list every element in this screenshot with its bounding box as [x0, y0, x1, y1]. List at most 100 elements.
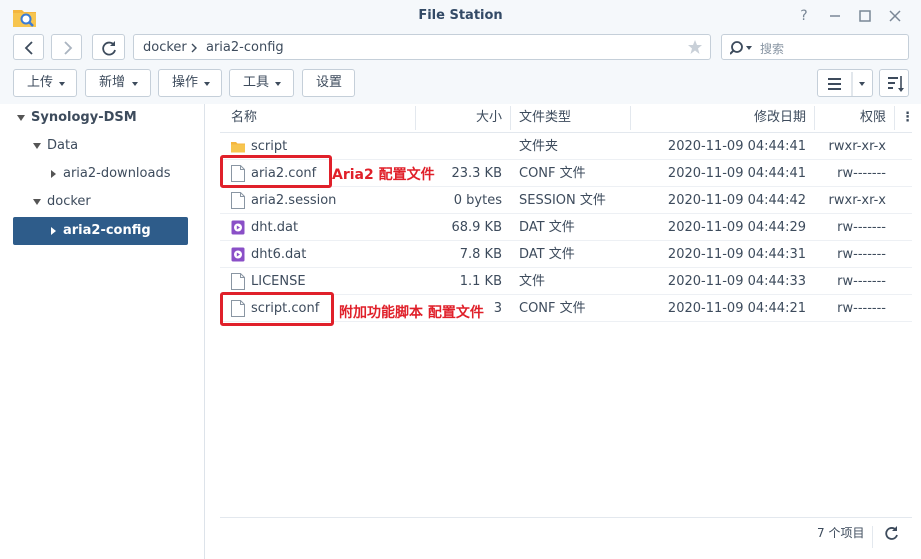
tree-item-aria2-downloads[interactable]: aria2-downloads	[49, 161, 199, 187]
file-permission: rwxr-xr-x	[828, 139, 886, 154]
back-button[interactable]	[13, 34, 44, 60]
search-placeholder: 搜索	[760, 42, 785, 56]
tree-item-docker[interactable]: docker	[33, 189, 193, 215]
file-size: 1.1 KB	[459, 274, 502, 289]
file-type: SESSION 文件	[519, 193, 606, 208]
file-permission: rw-------	[837, 247, 886, 262]
file-type: 文件夹	[519, 139, 559, 154]
chevron-right-icon	[191, 43, 197, 53]
caret-down-icon	[59, 82, 65, 86]
file-name: dht.dat	[251, 220, 299, 235]
upload-button[interactable]: 上传	[13, 69, 77, 97]
annotation-aria2-conf: Aria2 配置文件	[332, 167, 435, 183]
file-name: dht6.dat	[251, 247, 307, 262]
refresh-button[interactable]	[92, 34, 125, 60]
list-view-icon	[828, 72, 865, 96]
annotation-script-conf: 附加功能脚本 配置文件	[339, 305, 484, 321]
file-type: CONF 文件	[519, 301, 586, 316]
annotation-box	[220, 155, 332, 188]
star-icon[interactable]	[687, 39, 703, 55]
forward-button[interactable]	[51, 34, 82, 60]
annotation-box	[220, 292, 334, 326]
file-row[interactable]: dht.dat 68.9 KB DAT 文件 2020-11-09 04:44:29 r…	[220, 214, 912, 241]
refresh-icon[interactable]	[884, 525, 900, 541]
file-row[interactable]: LICENSE 1.1 KB 文件 2020-11-09 04:44:33 rw----…	[220, 268, 912, 295]
window-title: File Station	[418, 8, 503, 23]
title-bar: File Station ?	[0, 0, 921, 32]
navigation-bar: docker aria2-config 搜索	[0, 32, 921, 64]
minimize-icon[interactable]	[826, 7, 844, 25]
close-icon[interactable]	[886, 7, 904, 25]
view-mode-button[interactable]	[817, 69, 873, 97]
file-row[interactable]: dht6.dat 7.8 KB DAT 文件 2020-11-09 04:44:31 r…	[220, 241, 912, 268]
refresh-icon	[102, 41, 116, 56]
file-list: 名称 大小 文件类型 修改日期 权限 ⋮ script 文件夹 2020-11-09…	[220, 104, 914, 559]
file-name: LICENSE	[251, 274, 306, 289]
file-modified: 2020-11-09 04:44:41	[667, 139, 806, 154]
item-count: 7 个项目	[817, 526, 865, 540]
status-bar: 7 个项目	[220, 517, 912, 559]
file-modified: 2020-11-09 04:44:29	[667, 220, 806, 235]
file-modified: 2020-11-09 04:44:41	[667, 166, 806, 181]
create-button[interactable]: 新增	[85, 69, 151, 97]
expand-down-icon	[17, 115, 25, 121]
expand-down-icon	[33, 143, 41, 149]
column-modified[interactable]: 修改日期	[746, 104, 806, 132]
file-modified: 2020-11-09 04:44:33	[667, 274, 806, 289]
expand-right-icon	[51, 170, 56, 178]
upload-label: 上传	[27, 75, 54, 90]
search-icon	[730, 41, 752, 55]
tree-item-label: aria2-config	[63, 223, 151, 238]
column-name[interactable]: 名称	[231, 104, 257, 132]
sort-icon	[888, 76, 904, 92]
tree-root-label: Synology-DSM	[31, 110, 137, 125]
action-button[interactable]: 操作	[158, 69, 222, 97]
column-size[interactable]: 大小	[476, 104, 502, 132]
file-type: 文件	[519, 274, 546, 289]
breadcrumb-aria2-config[interactable]: aria2-config	[206, 40, 284, 55]
expand-right-icon	[51, 227, 56, 235]
tree-item-label: docker	[47, 194, 91, 209]
column-type[interactable]: 文件类型	[519, 104, 571, 132]
file-modified: 2020-11-09 04:44:42	[667, 193, 806, 208]
tools-label: 工具	[243, 75, 270, 90]
file-modified: 2020-11-09 04:44:31	[667, 247, 806, 262]
caret-down-icon	[132, 82, 138, 86]
file-size	[420, 133, 502, 160]
tree-item-label: aria2-downloads	[63, 166, 171, 181]
column-menu-icon[interactable]: ⋮	[901, 104, 914, 132]
help-icon[interactable]: ?	[795, 7, 813, 25]
action-label: 操作	[172, 75, 199, 90]
file-type: CONF 文件	[519, 166, 586, 181]
file-row[interactable]: aria2.session 0 bytes SESSION 文件 2020-11-09…	[220, 187, 912, 214]
folder-tree: Synology-DSM Data aria2-downloads docker…	[0, 104, 205, 559]
toolbar: 上传 新增 操作 工具 设置	[0, 64, 921, 104]
create-label: 新增	[99, 75, 126, 90]
path-bar[interactable]: docker aria2-config	[133, 34, 711, 60]
tree-item-label: Data	[47, 138, 79, 153]
tree-item-data[interactable]: Data	[33, 133, 193, 159]
file-type: DAT 文件	[519, 220, 575, 235]
maximize-icon[interactable]	[856, 7, 874, 25]
breadcrumb-docker[interactable]: docker	[143, 40, 187, 55]
caret-down-icon	[275, 82, 281, 86]
settings-label: 设置	[316, 75, 343, 90]
tools-button[interactable]: 工具	[229, 69, 294, 97]
tree-root[interactable]: Synology-DSM	[17, 105, 197, 131]
file-permission: rw-------	[837, 301, 886, 316]
file-permission: rw-------	[837, 220, 886, 235]
file-name: aria2.session	[251, 193, 337, 208]
file-type: DAT 文件	[519, 247, 575, 262]
caret-down-icon	[204, 82, 210, 86]
chevron-right-icon	[64, 41, 73, 55]
settings-button[interactable]: 设置	[302, 69, 355, 97]
expand-down-icon	[33, 199, 41, 205]
file-permission: rw-------	[837, 166, 886, 181]
tree-item-aria2-config[interactable]: aria2-config	[13, 217, 188, 245]
file-size: 0 bytes	[453, 193, 502, 208]
sort-button[interactable]	[879, 69, 909, 97]
file-permission: rw-------	[837, 274, 886, 289]
file-size: 68.9 KB	[451, 220, 502, 235]
search-field[interactable]: 搜索	[721, 34, 909, 60]
column-permission[interactable]: 权限	[848, 104, 886, 132]
